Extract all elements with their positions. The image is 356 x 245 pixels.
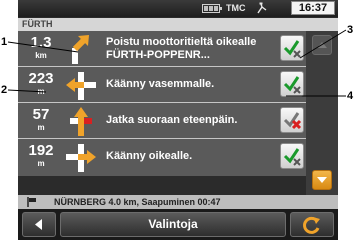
straight-arrow-icon [70,107,92,136]
step-distance: 192 m [20,143,62,169]
recalculate-button[interactable] [290,212,334,237]
scrollbar[interactable] [306,31,338,195]
refresh-icon [303,216,320,234]
scroll-up-button[interactable] [312,35,332,55]
status-bar: TMC 16:37 [18,0,338,17]
checkmark-icon [283,40,301,58]
distance-value: 57 [32,106,50,123]
step-distance: 223 m [20,71,62,97]
route-step-row[interactable]: 1.3 km Poistu moottoritieltä oikealle FÜ… [18,31,306,67]
include-step-toggle[interactable] [280,71,304,97]
destination-text: NÜRNBERG 4.0 km, Saapuminen 00:47 [54,197,221,207]
distance-unit: m [37,159,45,168]
scroll-down-button[interactable] [312,170,332,190]
step-instruction: Jatka suoraan eteenpäin. [106,114,238,126]
distance-value: 192 [28,142,54,159]
back-arrow-icon [35,219,42,230]
checkmark-icon [283,76,301,94]
back-button[interactable] [22,212,56,237]
clock: 16:37 [291,1,335,15]
options-button[interactable]: Valintoja [60,212,286,237]
step-instruction: Poistu moottoritieltä oikealle FÜRTH-POP… [106,36,257,61]
route-step-row[interactable]: 57 m Jatka suoraan eteenpäin. [18,103,306,139]
step-distance: 1.3 km [20,35,62,61]
checkmark-icon [283,148,301,166]
distance-unit: km [35,51,47,60]
distance-unit: m [37,123,45,132]
navigation-screen: TMC 16:37 FÜRTH 1.3 km Poistu moottoriti… [18,0,338,240]
bottom-toolbar: Valintoja [18,209,338,240]
include-step-toggle[interactable] [280,143,304,169]
callout-4: 4 [347,90,354,102]
gps-satellite-icon [256,2,268,15]
callout-1: 1 [1,36,8,48]
chevron-up-icon [317,42,327,48]
exit-right-arrow-icon [72,35,89,64]
battery-icon [202,4,222,13]
callout-3: 3 [347,24,354,36]
include-step-toggle[interactable] [280,35,304,61]
step-instruction: Käänny oikealle. [106,150,193,162]
chevron-down-icon [317,177,327,183]
route-step-row[interactable]: 192 m Käänny oikealle. [18,139,306,176]
tmc-indicator: TMC [226,3,246,13]
distance-unit: m [37,87,45,96]
distance-value: 1.3 [30,34,52,51]
step-distance: 57 m [20,107,62,133]
callout-2: 2 [1,84,8,96]
turn-left-arrow-icon [66,72,96,100]
current-city-label: FÜRTH [18,18,338,31]
cross-icon [283,112,302,130]
destination-flag-icon [27,197,36,207]
destination-info-bar: NÜRNBERG 4.0 km, Saapuminen 00:47 [18,195,338,209]
turn-right-arrow-icon [66,144,96,172]
step-instruction: Käänny vasemmalle. [106,78,215,90]
include-step-toggle[interactable] [280,107,304,133]
route-step-row[interactable]: 223 m Käänny vasemmalle. [18,67,306,103]
distance-value: 223 [28,70,54,87]
